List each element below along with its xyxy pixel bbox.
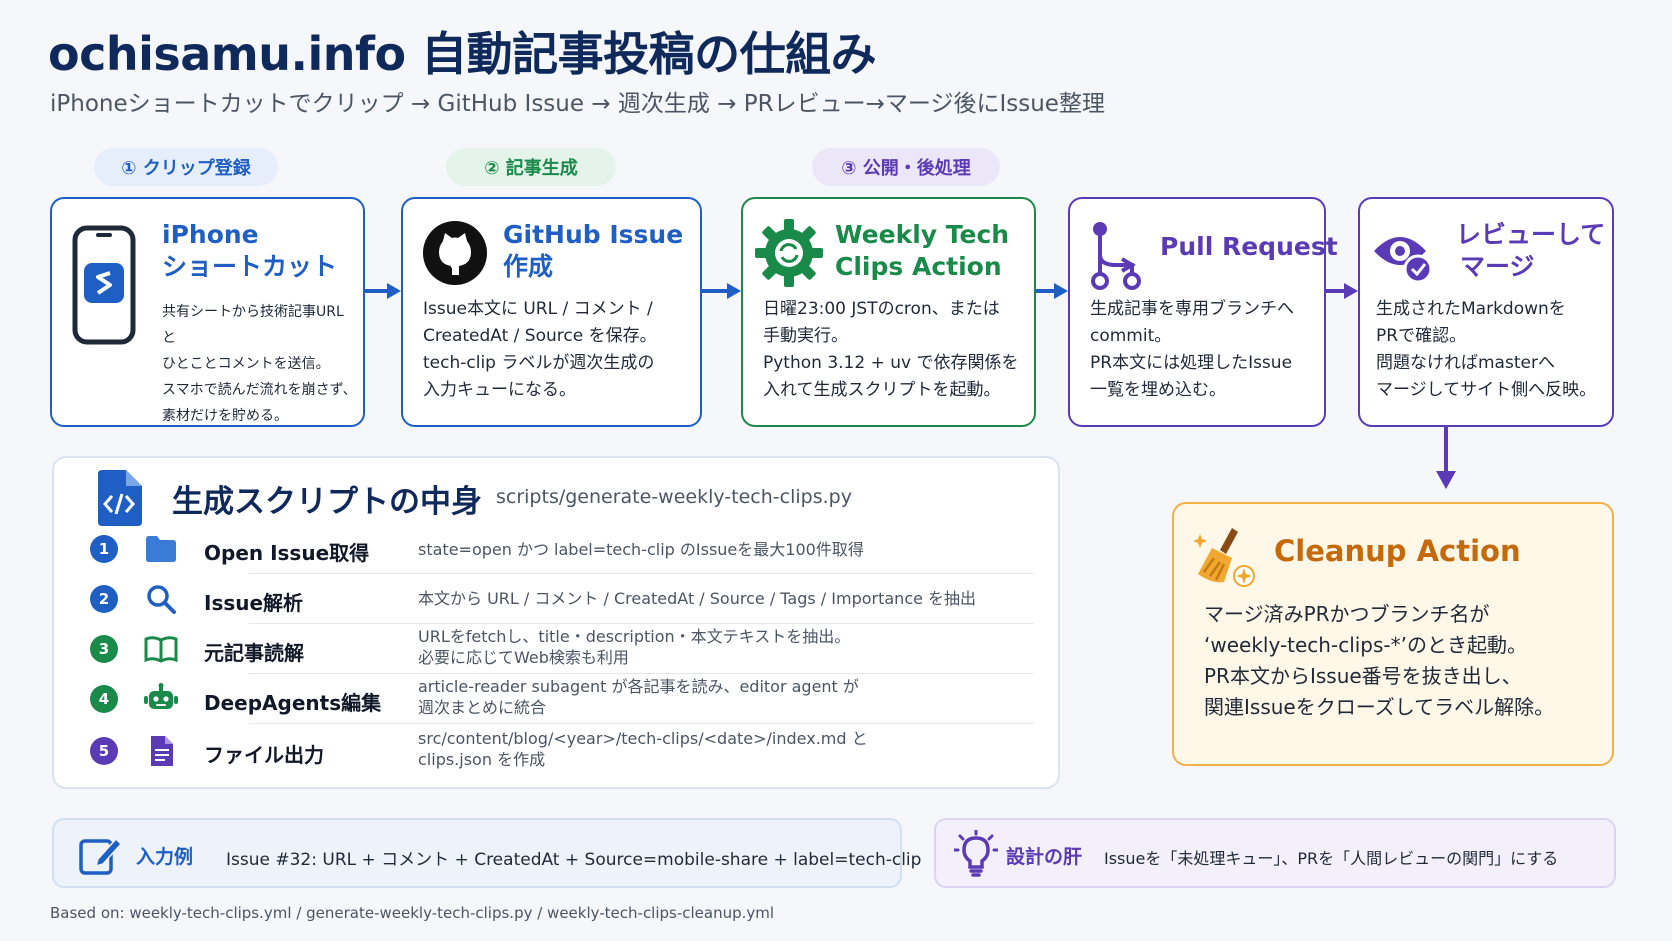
- step-label: Issue解析: [204, 591, 304, 615]
- eye-check-icon: [1374, 237, 1433, 284]
- card-body-line: 手動実行。: [763, 326, 848, 346]
- step-description: article-reader subagent が各記事を読み、editor a…: [418, 677, 859, 696]
- card-body-line: tech-clip ラベルが週次生成の: [423, 353, 655, 373]
- design-key-text: Issueを「未処理キュー」、PRを「人間レビューの関門」にする: [1104, 849, 1559, 868]
- step-number: 5: [90, 737, 118, 765]
- robot-icon: [144, 683, 178, 709]
- step-description: src/content/blog/<year>/tech-clips/<date…: [418, 729, 868, 748]
- card-title-line2: ショートカット: [162, 252, 338, 281]
- design-key-label: 設計の肝: [1006, 846, 1083, 868]
- card-body-line: 問題なければmasterへ: [1376, 353, 1555, 373]
- script-step: 2 Issue解析 本文から URL / コメント / CreatedAt / …: [84, 573, 1034, 624]
- card-body-line: 素材だけを貯める。: [162, 408, 288, 424]
- step-label: ファイル出力: [204, 743, 324, 767]
- page-title: ochisamu.info 自動記事投稿の仕組み: [48, 27, 877, 81]
- code-file-icon: [98, 470, 142, 526]
- card-body-line: Issue本文に URL / コメント /: [423, 299, 653, 319]
- card-title-line2: Clips Action: [835, 252, 1002, 281]
- phase-pill-generate: ② 記事生成: [446, 148, 616, 186]
- step-label: 元記事読解: [204, 641, 304, 665]
- flow-arrow-2: [702, 283, 741, 299]
- lightbulb-icon: [954, 830, 998, 877]
- flow-arrow-1: [365, 283, 401, 299]
- divider: [249, 723, 1034, 724]
- step-description: state=open かつ label=tech-clip のIssueを最大1…: [418, 540, 864, 559]
- card-body-line: commit。: [1090, 326, 1172, 346]
- step-description-cont: 必要に応じてWeb検索も利用: [418, 648, 629, 667]
- script-title: 生成スクリプトの中身: [172, 484, 482, 520]
- design-key-box: 設計の肝 Issueを「未処理キュー」、PRを「人間レビューの関門」にする: [934, 818, 1616, 888]
- gear-sync-icon: [755, 219, 823, 287]
- card-body-line: 生成記事を専用ブランチへ: [1090, 299, 1294, 319]
- card-github-issue: GitHub Issue 作成 Issue本文に URL / コメント / Cr…: [401, 197, 702, 427]
- cleanup-line: マージ済みPRかつブランチ名が: [1204, 602, 1490, 626]
- card-body-line: Python 3.12 + uv で依存関係を: [763, 353, 1019, 373]
- step-label: DeepAgents編集: [204, 691, 382, 715]
- script-step: 3 元記事読解 URLをfetchし、title・description・本文テ…: [84, 623, 1034, 674]
- card-pull-request: Pull Request 生成記事を専用ブランチへ commit。 PR本文には…: [1068, 197, 1338, 427]
- card-title-line1: レビューして: [1456, 220, 1606, 249]
- step-label: Open Issue取得: [204, 541, 370, 565]
- search-icon: [147, 585, 176, 614]
- cleanup-title: Cleanup Action: [1274, 534, 1521, 568]
- folder-icon: [146, 536, 176, 562]
- script-step: 1 Open Issue取得 state=open かつ label=tech-…: [84, 523, 1034, 574]
- input-example-text: Issue #32: URL + コメント + CreatedAt + Sour…: [226, 850, 922, 870]
- card-body-line: CreatedAt / Source を保存。: [423, 326, 657, 346]
- book-icon: [144, 636, 178, 663]
- script-panel: 生成スクリプトの中身 scripts/generate-weekly-tech-…: [52, 456, 1060, 789]
- card-body-line: 生成されたMarkdownを: [1376, 299, 1566, 319]
- card-body-line: マージしてサイト側へ反映。: [1376, 380, 1597, 400]
- card-body-line: 入力キューになる。: [423, 380, 576, 400]
- cleanup-line: 関連Issueをクローズしてラベル解除。: [1204, 695, 1555, 719]
- broom-icon: [1193, 528, 1255, 587]
- phase-pill-publish: ③ 公開・後処理: [812, 148, 1000, 186]
- flow-arrow-down: [1436, 427, 1456, 489]
- step-number: 2: [90, 585, 118, 613]
- card-body-line: 一覧を埋め込む。: [1090, 380, 1226, 400]
- input-example-box: 入力例 Issue #32: URL + コメント + CreatedAt + …: [52, 818, 921, 888]
- script-path: scripts/generate-weekly-tech-clips.py: [496, 486, 852, 508]
- step-number: 1: [90, 535, 118, 563]
- cleanup-line: ‘weekly-tech-clips-*’のとき起動。: [1204, 633, 1527, 657]
- step-number: 3: [90, 635, 118, 663]
- page-subtitle: iPhoneショートカットでクリップ → GitHub Issue → 週次生成…: [50, 91, 1105, 117]
- input-example-label: 入力例: [136, 846, 194, 868]
- script-step: 5 ファイル出力 src/content/blog/<year>/tech-cl…: [84, 725, 1034, 775]
- step-description-cont: clips.json を作成: [418, 750, 546, 769]
- step-description: 本文から URL / コメント / CreatedAt / Source / T…: [418, 589, 977, 608]
- card-title-line2: 作成: [503, 252, 554, 281]
- card-weekly-action: Weekly Tech Clips Action 日曜23:00 JSTのcro…: [741, 197, 1036, 427]
- card-body-line: 入れて生成スクリプトを起動。: [763, 380, 1001, 400]
- footer-source: Based on: weekly-tech-clips.yml / genera…: [50, 904, 775, 922]
- card-body-line: 日曜23:00 JSTのcron、または: [763, 299, 1000, 319]
- step-description: URLをfetchし、title・description・本文テキストを抽出。: [418, 627, 851, 646]
- flow-arrow-4: [1326, 283, 1358, 299]
- github-icon: [423, 221, 487, 285]
- cleanup-line: PR本文からIssue番号を抜き出し、: [1204, 664, 1522, 688]
- card-body-line: ひとことコメントを送信。: [162, 356, 330, 372]
- cleanup-action-card: Cleanup Action マージ済みPRかつブランチ名が ‘weekly-t…: [1172, 502, 1614, 766]
- document-icon: [151, 736, 173, 766]
- script-step: 4 DeepAgents編集 article-reader subagent が…: [84, 673, 1034, 724]
- card-title-line1: Weekly Tech: [835, 220, 1010, 249]
- smartphone-icon: [72, 225, 136, 345]
- card-body-line: PR本文には処理したIssue: [1090, 353, 1293, 373]
- flow-arrow-3: [1036, 283, 1068, 299]
- card-title-line2: マージ: [1460, 252, 1535, 281]
- phase-pill-clip: ① クリップ登録: [94, 148, 278, 186]
- card-body-line: スマホで読んだ流れを崩さず、: [162, 382, 357, 398]
- card-iphone-shortcut: iPhone ショートカット 共有シートから技術記事URLと ひとことコメントを…: [50, 197, 365, 427]
- step-description-cont: 週次まとめに統合: [418, 698, 547, 717]
- step-number: 4: [90, 685, 118, 713]
- card-body-line: 共有シートから技術記事URLと: [162, 304, 344, 346]
- card-title-line1: GitHub Issue: [503, 220, 684, 249]
- card-title-line1: iPhone: [162, 220, 259, 249]
- card-review-merge: レビューして マージ 生成されたMarkdownを PRで確認。 問題なければm…: [1358, 197, 1614, 427]
- edit-icon: [79, 837, 122, 875]
- pull-request-icon: [1091, 222, 1141, 290]
- card-title-line1: Pull Request: [1160, 232, 1338, 261]
- card-body-line: PRで確認。: [1376, 326, 1467, 346]
